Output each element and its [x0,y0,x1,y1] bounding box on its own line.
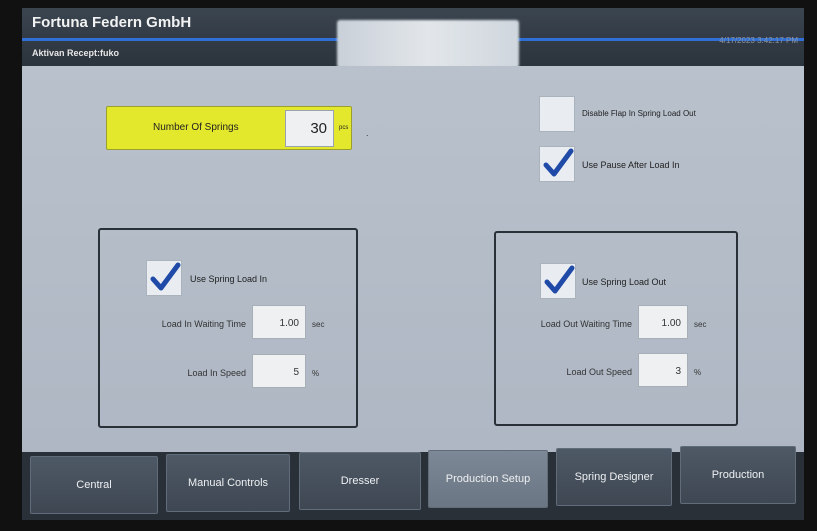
company-name: Fortuna Federn GmbH [32,14,192,31]
active-recipe: Aktivan Recept:fuko [32,48,120,58]
load-in-speed-unit: % [312,369,320,378]
production-setup-panel: Number Of Springs 30 pcs . Disable Flap … [22,66,804,452]
nav-spring-designer[interactable]: Spring Designer [556,448,672,506]
checkmark-icon [543,148,574,177]
load-in-speed-label: Load In Speed [187,368,246,378]
header-bar: Fortuna Federn GmbH Aktivan Recept:fuko … [22,8,804,68]
use-pause-label: Use Pause After Load In [582,160,680,170]
hmi-screen: Fortuna Federn GmbH Aktivan Recept:fuko … [22,8,804,520]
nav-production-setup[interactable]: Production Setup [428,450,548,508]
load-out-speed-unit: % [694,368,702,377]
load-out-panel: Use Spring Load Out Load Out Waiting Tim… [494,231,738,426]
springs-unit: pcs [339,125,349,131]
load-in-panel: Use Spring Load In Load In Waiting Time … [98,228,358,428]
disable-flap-label: Disable Flap In Spring Load Out [582,109,696,118]
use-pause-checkbox[interactable] [539,146,575,182]
nav-dresser[interactable]: Dresser [299,452,421,510]
use-spring-load-out-checkbox[interactable] [540,263,576,299]
use-spring-load-out-label: Use Spring Load Out [582,277,667,287]
load-in-waiting-time-input[interactable]: 1.00 [252,305,306,339]
number-of-springs-box: Number Of Springs 30 pcs [106,106,352,150]
blurred-region [337,20,519,68]
load-out-speed-input[interactable]: 3 [638,353,688,387]
load-in-speed-input[interactable]: 5 [252,354,306,388]
nav-central[interactable]: Central [30,456,158,514]
checkmark-icon [544,265,575,294]
nav-production[interactable]: Production [680,446,796,504]
use-spring-load-in-checkbox[interactable] [146,260,182,296]
bottom-navigation: Central Manual Controls Dresser Producti… [22,446,804,520]
number-of-springs-label: Number Of Springs [153,122,239,133]
disable-flap-checkbox[interactable] [539,96,575,132]
number-of-springs-input[interactable]: 30 [285,110,334,147]
separator-dot: . [366,128,369,138]
load-out-waiting-time-input[interactable]: 1.00 [638,305,688,339]
use-spring-load-in-label: Use Spring Load In [190,274,268,284]
nav-manual-controls[interactable]: Manual Controls [166,454,290,512]
load-out-speed-label: Load Out Speed [566,367,632,377]
datetime: 4/17/2023 3:42:17 PM [719,36,798,45]
load-in-waiting-time-unit: sec [312,320,325,329]
load-out-waiting-time-label: Load Out Waiting Time [540,319,632,329]
checkmark-icon [150,262,181,291]
load-in-waiting-time-label: Load In Waiting Time [161,319,246,329]
load-out-waiting-time-unit: sec [694,320,707,329]
